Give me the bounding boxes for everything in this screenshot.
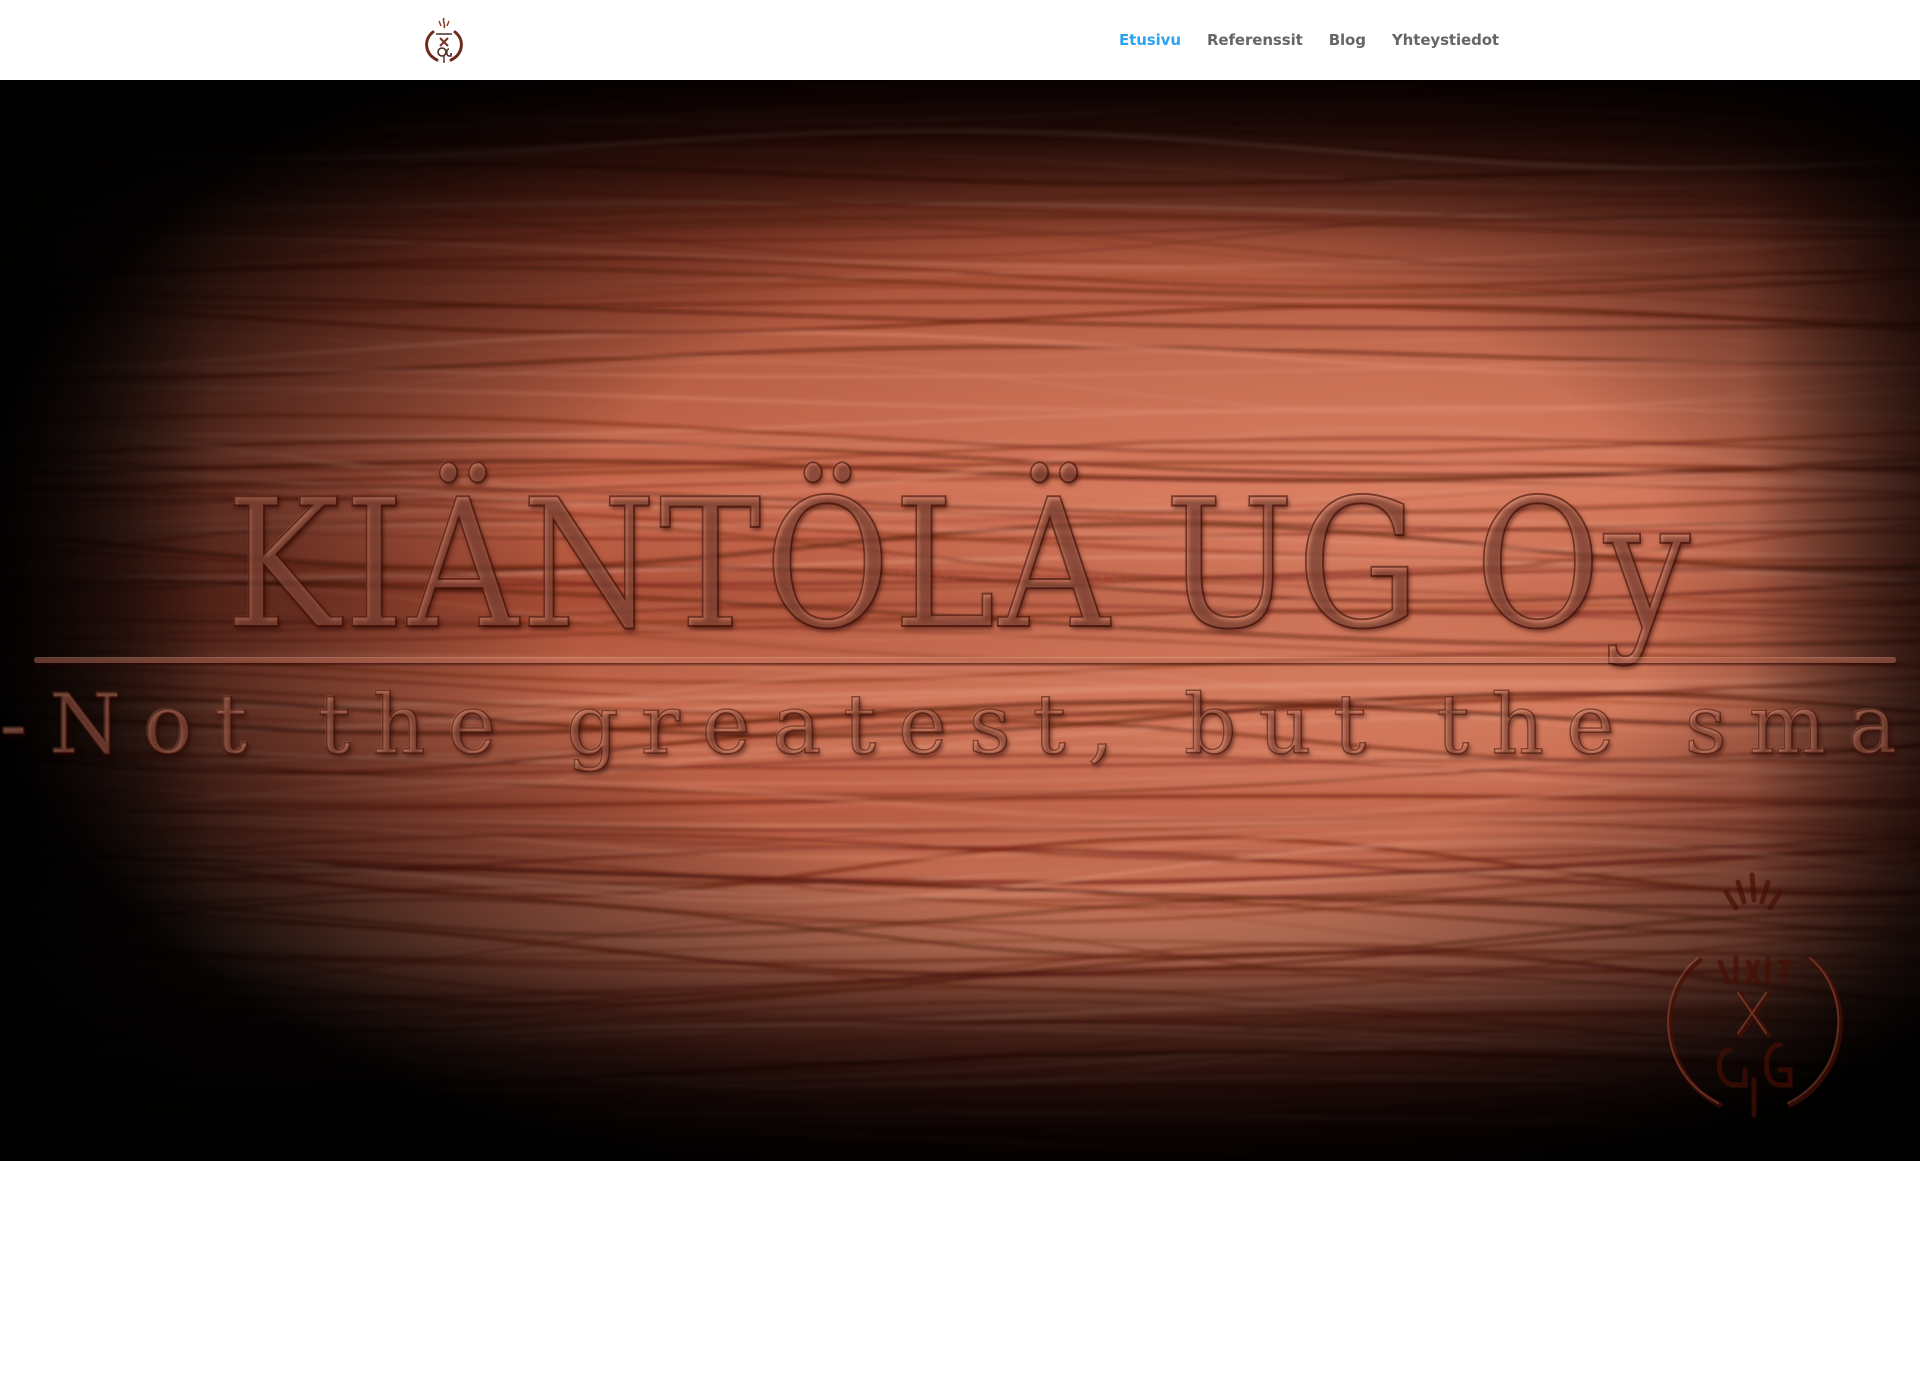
nav-blog[interactable]: Blog — [1329, 31, 1366, 49]
kiantola-ug-logo-icon — [425, 17, 463, 63]
site-header: Etusivu Referenssit Blog Yhteystiedot — [0, 0, 1920, 80]
nav-yhteystiedot[interactable]: Yhteystiedot — [1392, 31, 1499, 49]
hero-tagline: -Not the greatest, but the smartest- — [0, 677, 1920, 774]
main-nav: Etusivu Referenssit Blog Yhteystiedot — [1093, 0, 1499, 80]
hero-banner: KIÄNTÖLÄ UG Oy -Not the greatest, but th… — [0, 80, 1920, 1161]
nav-referenssit[interactable]: Referenssit — [1207, 31, 1303, 49]
hero-divider — [34, 658, 1896, 663]
hero-title: KIÄNTÖLÄ UG Oy — [225, 461, 1694, 668]
kiantola-ug-emblem-icon — [1667, 872, 1843, 1118]
nav-etusivu[interactable]: Etusivu — [1119, 31, 1181, 49]
site-logo[interactable] — [422, 16, 466, 64]
